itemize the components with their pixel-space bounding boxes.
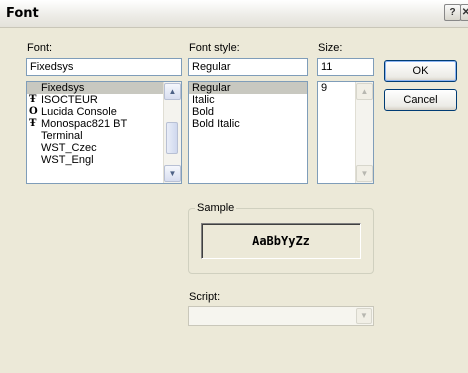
size-input[interactable]: 11 (317, 58, 374, 76)
list-item-label: Regular (192, 82, 231, 94)
list-item[interactable]: WST_Czec (27, 142, 181, 154)
list-item-label: Bold Italic (192, 118, 240, 130)
script-select[interactable]: ▼ (188, 306, 374, 326)
size-label: Size: (318, 42, 343, 54)
size-list[interactable]: 9 ▲ ▼ (317, 81, 374, 184)
font-style-input[interactable]: Regular (188, 58, 308, 76)
truetype-icon: Ŧ (29, 118, 37, 129)
scroll-down-button[interactable]: ▼ (164, 165, 181, 182)
list-item-label: Monospac821 BT (41, 118, 128, 130)
list-item[interactable]: Ŧ ISOCTEUR (27, 94, 181, 106)
list-item-label: Terminal (41, 130, 83, 142)
font-name-input[interactable]: Fixedsys (26, 58, 182, 76)
list-item[interactable]: Bold Italic (189, 118, 307, 130)
cancel-button[interactable]: Cancel (384, 89, 457, 111)
font-list-scrollbar[interactable]: ▲ ▼ (163, 82, 181, 183)
window-title: Font (6, 6, 39, 21)
scroll-down-button[interactable]: ▼ (356, 165, 373, 182)
list-item-label: ISOCTEUR (41, 94, 98, 106)
list-item[interactable]: O Lucida Console (27, 106, 181, 118)
list-item[interactable]: WST_Engl (27, 154, 181, 166)
list-item-label: Fixedsys (41, 82, 85, 94)
list-item[interactable]: Regular (189, 82, 307, 94)
title-bar[interactable]: Font ? ✕ (0, 0, 468, 28)
list-item[interactable]: Ŧ Monospac821 BT (27, 118, 181, 130)
font-style-label: Font style: (189, 42, 240, 54)
list-item[interactable]: Terminal (27, 130, 181, 142)
size-list-scrollbar[interactable]: ▲ ▼ (355, 82, 373, 183)
list-item-label: WST_Czec (41, 142, 97, 154)
opentype-icon: O (29, 106, 38, 117)
list-item-label: Italic (192, 94, 215, 106)
help-button[interactable]: ? (444, 4, 461, 21)
sample-group: Sample AaBbYyZz (188, 202, 374, 274)
list-item-label: Lucida Console (41, 106, 117, 118)
sample-preview: AaBbYyZz (201, 223, 361, 259)
truetype-icon: Ŧ (29, 94, 37, 105)
list-item-label: WST_Engl (41, 154, 94, 166)
list-item-label: 9 (321, 82, 328, 94)
list-item-label: Bold (192, 106, 215, 118)
script-label: Script: (189, 291, 221, 303)
font-style-list[interactable]: Regular Italic Bold Bold Italic (188, 81, 308, 184)
font-label: Font: (27, 42, 53, 54)
chevron-down-icon[interactable]: ▼ (356, 308, 372, 324)
scroll-up-button[interactable]: ▲ (356, 83, 373, 100)
list-item[interactable]: Bold (189, 106, 307, 118)
list-item[interactable]: Fixedsys (27, 82, 181, 94)
list-item[interactable]: Italic (189, 94, 307, 106)
ok-button[interactable]: OK (384, 60, 457, 82)
scroll-thumb[interactable] (166, 122, 178, 154)
font-list[interactable]: Fixedsys Ŧ ISOCTEUR O Lucida Console Ŧ Monospa… (26, 81, 182, 184)
sample-label: Sample (195, 202, 237, 214)
scroll-up-button[interactable]: ▲ (164, 83, 181, 100)
close-button[interactable]: ✕ (460, 4, 468, 21)
